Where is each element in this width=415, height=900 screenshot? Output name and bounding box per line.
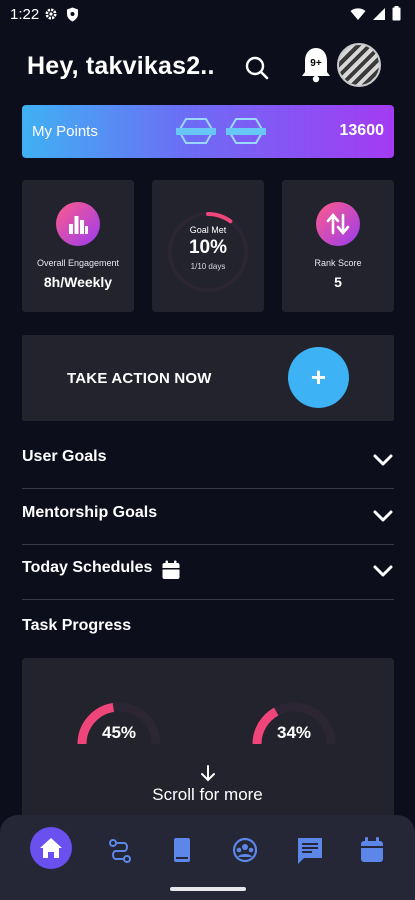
scroll-hint-label: Scroll for more xyxy=(152,785,263,804)
engagement-card[interactable]: Overall Engagement 8h/Weekly xyxy=(22,180,134,312)
calendar-icon xyxy=(361,837,383,862)
wifi-icon xyxy=(350,7,366,20)
ribbon-badge-icon xyxy=(226,118,266,144)
nav-community[interactable] xyxy=(225,834,265,868)
notification-badge: 9+ xyxy=(310,58,322,69)
engagement-icon-circle xyxy=(56,202,100,246)
chevron-down-icon xyxy=(373,510,393,522)
progress-value: 45% xyxy=(101,723,137,742)
group-icon xyxy=(232,837,258,863)
accordion-today-schedules[interactable]: Today Schedules xyxy=(22,544,394,600)
settings-icon xyxy=(45,8,57,20)
chevron-down-icon xyxy=(373,454,393,466)
goal-value: 10% xyxy=(188,237,228,258)
battery-icon xyxy=(392,6,401,21)
nav-messages[interactable] xyxy=(290,834,330,868)
accordion-label: User Goals xyxy=(22,448,107,465)
app-screen: 1:22 Hey, takvikas2.. 9+ My Points 13600… xyxy=(0,0,415,900)
engagement-value: 8h/Weekly xyxy=(43,274,113,290)
accordion-label: Today Schedules xyxy=(22,559,153,576)
take-action-card[interactable]: TAKE ACTION NOW + xyxy=(22,335,394,421)
ribbon-badge-icon xyxy=(176,118,216,144)
rank-card[interactable]: Rank Score 5 xyxy=(282,180,394,312)
engagement-label: Overall Engagement xyxy=(36,258,120,268)
accordion-mentorship-goals[interactable]: Mentorship Goals xyxy=(22,489,394,545)
goal-sub: 1/10 days xyxy=(190,262,226,271)
home-indicator xyxy=(170,887,246,891)
nav-routes[interactable] xyxy=(100,834,140,868)
points-value: 13600 xyxy=(339,122,385,139)
shield-icon xyxy=(67,7,78,22)
greeting-title: Hey, takvikas2.. xyxy=(27,52,215,80)
accordion-user-goals[interactable]: User Goals xyxy=(22,433,394,489)
search-icon xyxy=(245,56,269,80)
points-label: My Points xyxy=(32,123,98,140)
progress-gauge: 45% xyxy=(74,690,164,750)
book-icon xyxy=(174,838,190,862)
status-time: 1:22 xyxy=(10,6,40,23)
scroll-hint[interactable]: Scroll for more xyxy=(0,765,415,805)
route-icon xyxy=(109,839,131,863)
swap-vertical-icon xyxy=(326,212,350,236)
progress-value: 34% xyxy=(276,723,312,742)
calendar-icon xyxy=(162,560,180,579)
nav-book[interactable] xyxy=(162,834,202,868)
avatar[interactable] xyxy=(337,43,381,87)
arrow-down-icon xyxy=(200,765,215,782)
bar-chart-icon xyxy=(69,216,88,234)
status-bar: 1:22 xyxy=(0,0,415,30)
take-action-label: TAKE ACTION NOW xyxy=(67,370,212,387)
home-icon xyxy=(40,838,62,858)
points-banner[interactable]: My Points 13600 xyxy=(22,105,394,158)
add-button[interactable]: + xyxy=(288,347,349,408)
chat-icon xyxy=(298,838,322,864)
search-button[interactable] xyxy=(243,54,271,82)
goal-label: Goal Met xyxy=(189,225,227,235)
rank-value: 5 xyxy=(334,274,342,290)
task-progress-title: Task Progress xyxy=(22,617,132,634)
nav-calendar[interactable] xyxy=(352,834,392,868)
notifications-button[interactable]: 9+ xyxy=(300,46,332,84)
progress-gauge: 34% xyxy=(249,690,339,750)
rank-label: Rank Score xyxy=(314,258,362,268)
signal-icon xyxy=(373,7,385,20)
goal-card[interactable]: Goal Met 10% 1/10 days xyxy=(152,180,264,312)
rank-icon-circle xyxy=(316,202,360,246)
chevron-down-icon xyxy=(373,565,393,577)
nav-home[interactable] xyxy=(30,827,72,869)
accordion-label: Mentorship Goals xyxy=(22,504,158,521)
